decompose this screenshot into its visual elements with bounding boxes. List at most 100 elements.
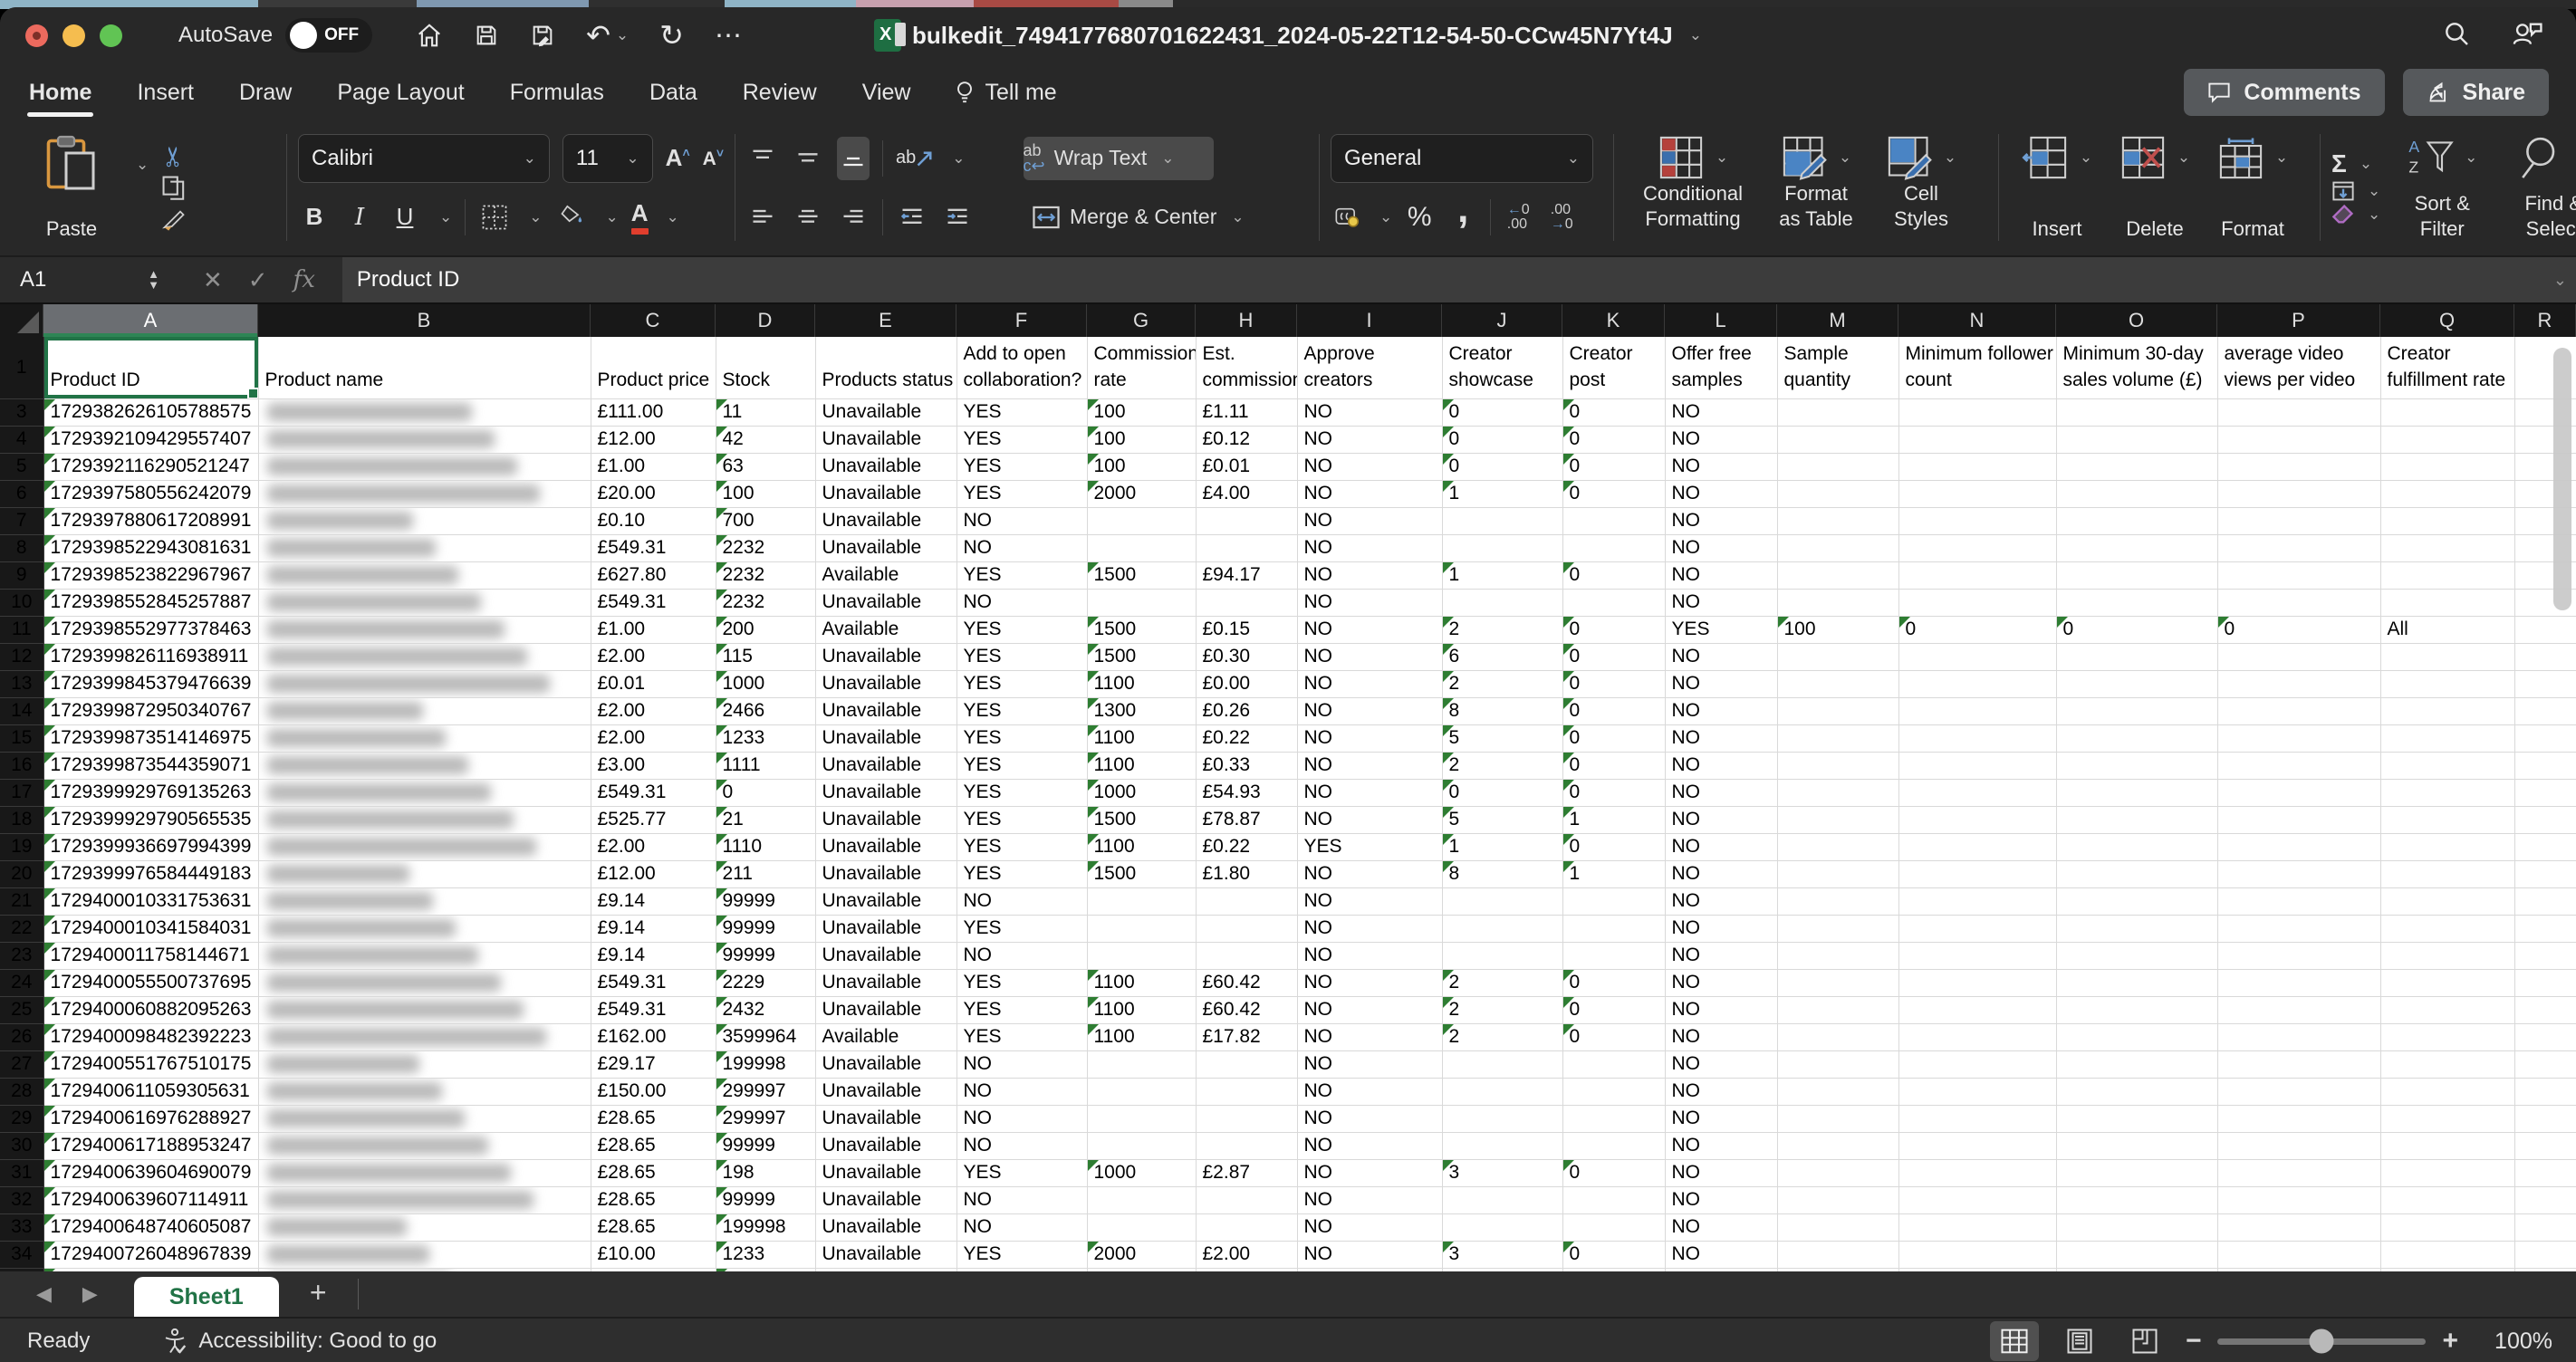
cell-R25[interactable]: [2514, 996, 2576, 1024]
row-header-16[interactable]: 16: [0, 752, 44, 780]
cell-G12[interactable]: 1500: [1087, 643, 1197, 671]
cell-H4[interactable]: £0.12: [1196, 426, 1298, 454]
cell-G31[interactable]: 1000: [1087, 1159, 1197, 1187]
insert-cells-chevron-icon[interactable]: ⌄: [2080, 149, 2092, 167]
cell-H26[interactable]: £17.82: [1196, 1023, 1298, 1051]
cell-E32[interactable]: Unavailable: [815, 1186, 957, 1214]
cell-H10[interactable]: [1196, 589, 1298, 617]
cell-C4[interactable]: £12.00: [591, 426, 716, 454]
row-header-12[interactable]: 12: [0, 643, 44, 671]
cell-G14[interactable]: 1300: [1087, 697, 1197, 725]
cell-N29[interactable]: [1898, 1105, 2057, 1133]
cell-R23[interactable]: [2514, 942, 2576, 970]
cell-E20[interactable]: Unavailable: [815, 860, 957, 888]
cut-icon[interactable]: ✂: [159, 142, 190, 168]
cell-B9[interactable]: [258, 561, 591, 590]
cell-M11[interactable]: 100: [1777, 616, 1899, 644]
cell-F14[interactable]: YES: [956, 697, 1088, 725]
cell-L3[interactable]: NO: [1665, 398, 1778, 427]
cell-O33[interactable]: [2056, 1213, 2218, 1242]
cell-H24[interactable]: £60.42: [1196, 969, 1298, 997]
cell-Q22[interactable]: [2380, 915, 2515, 943]
cell-D34[interactable]: 1233: [716, 1241, 816, 1269]
row-header-32[interactable]: 32: [0, 1186, 44, 1214]
cell-K34[interactable]: 0: [1562, 1241, 1666, 1269]
cell-Q27[interactable]: [2380, 1050, 2515, 1079]
cell-O4[interactable]: [2056, 426, 2218, 454]
cell-E31[interactable]: Unavailable: [815, 1159, 957, 1187]
cell-B17[interactable]: [258, 779, 591, 807]
cell-K8[interactable]: [1562, 534, 1666, 562]
cell-E6[interactable]: Unavailable: [815, 480, 957, 508]
formula-input[interactable]: Product ID: [341, 257, 2576, 302]
cell-A3[interactable]: 1729382626105788575: [43, 398, 259, 427]
cell-J15[interactable]: 5: [1442, 724, 1563, 753]
cell-J24[interactable]: 2: [1442, 969, 1563, 997]
cell-J14[interactable]: 8: [1442, 697, 1563, 725]
cell-I22[interactable]: NO: [1297, 915, 1443, 943]
underline-chevron-icon[interactable]: ⌄: [439, 208, 452, 226]
cell-L31[interactable]: NO: [1665, 1159, 1778, 1187]
cell-N14[interactable]: [1898, 697, 2057, 725]
cell-O24[interactable]: [2056, 969, 2218, 997]
cell-J3[interactable]: 0: [1442, 398, 1563, 427]
cell-C10[interactable]: £549.31: [591, 589, 716, 617]
cell-K31[interactable]: 0: [1562, 1159, 1666, 1187]
cell-F7[interactable]: NO: [956, 507, 1088, 535]
cell-O9[interactable]: [2056, 561, 2218, 590]
cell-Q20[interactable]: [2380, 860, 2515, 888]
cell-I7[interactable]: NO: [1297, 507, 1443, 535]
cell-D32[interactable]: 99999: [716, 1186, 816, 1214]
cell-I26[interactable]: NO: [1297, 1023, 1443, 1051]
cell-O3[interactable]: [2056, 398, 2218, 427]
cell-Q23[interactable]: [2380, 942, 2515, 970]
wrap-text-chevron-icon[interactable]: ⌄: [1161, 149, 1174, 168]
autosum-button[interactable]: Σ ⌄: [2331, 149, 2380, 178]
sheet-tab-sheet1[interactable]: Sheet1: [133, 1277, 279, 1317]
font-size-select[interactable]: 11 ⌄: [562, 133, 653, 183]
cell-N6[interactable]: [1898, 480, 2057, 508]
format-painter-icon[interactable]: [161, 208, 187, 236]
name-box-spinner[interactable]: ▲ ▼: [148, 267, 159, 291]
cell-B29[interactable]: [258, 1105, 591, 1133]
cell-J20[interactable]: 8: [1442, 860, 1563, 888]
cell-C23[interactable]: £9.14: [591, 942, 716, 970]
cell-N3[interactable]: [1898, 398, 2057, 427]
row-header-27[interactable]: 27: [0, 1050, 44, 1079]
cell-A28[interactable]: 1729400611059305631: [43, 1078, 259, 1106]
row-header-15[interactable]: 15: [0, 724, 44, 753]
cell-G17[interactable]: 1000: [1087, 779, 1197, 807]
cell-H20[interactable]: £1.80: [1196, 860, 1298, 888]
tab-insert[interactable]: Insert: [135, 71, 196, 115]
cell-D18[interactable]: 21: [716, 806, 816, 834]
row-header-1[interactable]: 1: [0, 337, 44, 399]
cell-N9[interactable]: [1898, 561, 2057, 590]
cell-L19[interactable]: NO: [1665, 833, 1778, 861]
row-header-34[interactable]: 34: [0, 1241, 44, 1269]
cell-N27[interactable]: [1898, 1050, 2057, 1079]
cell-H12[interactable]: £0.30: [1196, 643, 1298, 671]
cell-C15[interactable]: £2.00: [591, 724, 716, 753]
row-header-3[interactable]: 3: [0, 398, 44, 427]
cell-P30[interactable]: [2217, 1132, 2381, 1160]
cell-G28[interactable]: [1087, 1078, 1197, 1106]
zoom-out-button[interactable]: −: [2186, 1326, 2202, 1357]
cell-A15[interactable]: 1729399873514146975: [43, 724, 259, 753]
font-name-select[interactable]: Calibri ⌄: [298, 133, 550, 183]
cell-B22[interactable]: [258, 915, 591, 943]
cell-L29[interactable]: NO: [1665, 1105, 1778, 1133]
conditional-formatting-button[interactable]: ⌄ Conditional Formatting: [1625, 129, 1761, 236]
cell-O34[interactable]: [2056, 1241, 2218, 1269]
cell-P8[interactable]: [2217, 534, 2381, 562]
cell-O6[interactable]: [2056, 480, 2218, 508]
cell-P24[interactable]: [2217, 969, 2381, 997]
cell-Q32[interactable]: [2380, 1186, 2515, 1214]
cell-D21[interactable]: 99999: [716, 887, 816, 916]
cell-M16[interactable]: [1777, 752, 1899, 780]
cell-M24[interactable]: [1777, 969, 1899, 997]
bold-button[interactable]: B: [298, 196, 331, 239]
cell-H33[interactable]: [1196, 1213, 1298, 1242]
cell-F23[interactable]: NO: [956, 942, 1088, 970]
comments-button[interactable]: Comments: [2184, 69, 2385, 116]
cell-B34[interactable]: [258, 1241, 591, 1269]
